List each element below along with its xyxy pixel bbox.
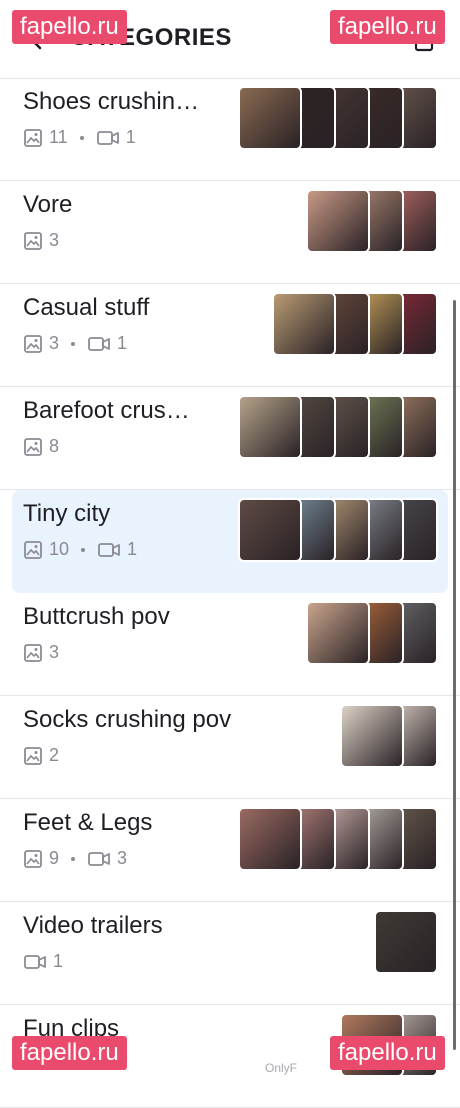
category-counts: 3 bbox=[23, 230, 59, 251]
category-title: Barefoot crus… bbox=[23, 397, 190, 424]
thumbnail-stack[interactable] bbox=[306, 189, 438, 253]
video-icon bbox=[23, 952, 47, 972]
category-list: Shoes crushin… 11 1 Vore 3 Casual stuff 3 1 Bare… bbox=[0, 78, 460, 1108]
media-thumbnail bbox=[306, 601, 370, 665]
thumbnail-stack[interactable] bbox=[272, 292, 438, 356]
watermark-logo: fapello.ru bbox=[330, 1036, 445, 1070]
video-icon bbox=[96, 128, 120, 148]
photo-icon bbox=[23, 540, 43, 560]
photo-count: 8 bbox=[49, 436, 60, 456]
category-counts: 2 bbox=[23, 745, 59, 766]
category-title: Tiny city bbox=[23, 500, 111, 527]
photo-count: 11 bbox=[49, 127, 68, 147]
thumbnail-stack[interactable] bbox=[374, 910, 438, 974]
category-row[interactable]: Video trailers 1 bbox=[0, 902, 460, 1005]
photo-icon bbox=[23, 746, 43, 766]
photo-count: 3 bbox=[49, 230, 60, 250]
video-count: 1 bbox=[117, 333, 128, 353]
category-row[interactable]: Shoes crushin… 11 1 bbox=[0, 78, 460, 181]
category-row[interactable]: Buttcrush pov 3 bbox=[0, 593, 460, 696]
category-counts: 10 1 bbox=[23, 539, 137, 560]
media-thumbnail bbox=[238, 807, 302, 871]
thumbnail-stack[interactable] bbox=[340, 704, 438, 768]
photo-icon bbox=[23, 334, 43, 354]
category-title: Socks crushing pov bbox=[23, 706, 232, 733]
video-icon bbox=[97, 540, 121, 560]
video-icon bbox=[87, 849, 111, 869]
video-count: 1 bbox=[125, 127, 136, 147]
category-title: Vore bbox=[23, 191, 73, 218]
media-thumbnail bbox=[374, 910, 438, 974]
category-counts: 3 bbox=[23, 642, 59, 663]
media-thumbnail bbox=[340, 704, 404, 768]
thumbnail-stack[interactable] bbox=[238, 807, 438, 871]
photo-icon bbox=[23, 643, 43, 663]
photo-icon bbox=[23, 128, 43, 148]
media-thumbnail bbox=[238, 498, 302, 562]
media-thumbnail bbox=[238, 86, 302, 150]
category-row[interactable]: Feet & Legs 9 3 bbox=[0, 799, 460, 902]
photo-icon bbox=[23, 849, 43, 869]
photo-count: 3 bbox=[49, 333, 60, 353]
thumbnail-stack[interactable] bbox=[238, 86, 438, 150]
media-thumbnail bbox=[272, 292, 336, 356]
watermark-logo: fapello.ru bbox=[12, 10, 127, 44]
category-row[interactable]: Tiny city 10 1 bbox=[12, 490, 448, 593]
video-icon bbox=[87, 334, 111, 354]
category-row[interactable]: Barefoot crus… 8 bbox=[0, 387, 460, 490]
thumbnail-stack[interactable] bbox=[238, 395, 438, 459]
category-title: Shoes crushin… bbox=[23, 88, 200, 115]
separator-dot bbox=[71, 856, 76, 861]
thumbnail-stack[interactable] bbox=[238, 498, 438, 562]
category-counts: 93 bbox=[23, 848, 127, 869]
watermark-logo: fapello.ru bbox=[330, 10, 445, 44]
category-row[interactable]: Vore 3 bbox=[0, 181, 460, 284]
category-title: Feet & Legs bbox=[23, 809, 153, 836]
video-count: 1 bbox=[127, 539, 138, 559]
category-title: Buttcrush pov bbox=[23, 603, 170, 630]
scrollbar[interactable] bbox=[453, 300, 456, 1050]
video-count: 3 bbox=[117, 848, 128, 868]
category-counts: 31 bbox=[23, 333, 127, 354]
category-title: Video trailers bbox=[23, 912, 163, 939]
category-counts: 8 bbox=[23, 436, 59, 457]
category-title: Casual stuff bbox=[23, 294, 150, 321]
media-thumbnail bbox=[306, 189, 370, 253]
photo-count: 10 bbox=[49, 539, 70, 559]
photo-icon bbox=[23, 437, 43, 457]
photo-count: 2 bbox=[49, 745, 60, 765]
separator-dot bbox=[71, 341, 76, 346]
category-row[interactable]: Casual stuff 3 1 bbox=[0, 284, 460, 387]
separator-dot bbox=[79, 135, 84, 140]
category-row[interactable]: Socks crushing pov 2 bbox=[0, 696, 460, 799]
photo-count: 3 bbox=[49, 642, 60, 662]
photo-icon bbox=[23, 231, 43, 251]
thumbnail-stack[interactable] bbox=[306, 601, 438, 665]
category-counts: 1 bbox=[23, 951, 63, 972]
photo-count: 9 bbox=[49, 848, 60, 868]
watermark-logo: fapello.ru bbox=[12, 1036, 127, 1070]
footer-credit: OnlyF bbox=[265, 1061, 298, 1075]
separator-dot bbox=[81, 547, 86, 552]
category-counts: 11 1 bbox=[23, 127, 136, 148]
media-thumbnail bbox=[238, 395, 302, 459]
video-count: 1 bbox=[53, 951, 64, 971]
